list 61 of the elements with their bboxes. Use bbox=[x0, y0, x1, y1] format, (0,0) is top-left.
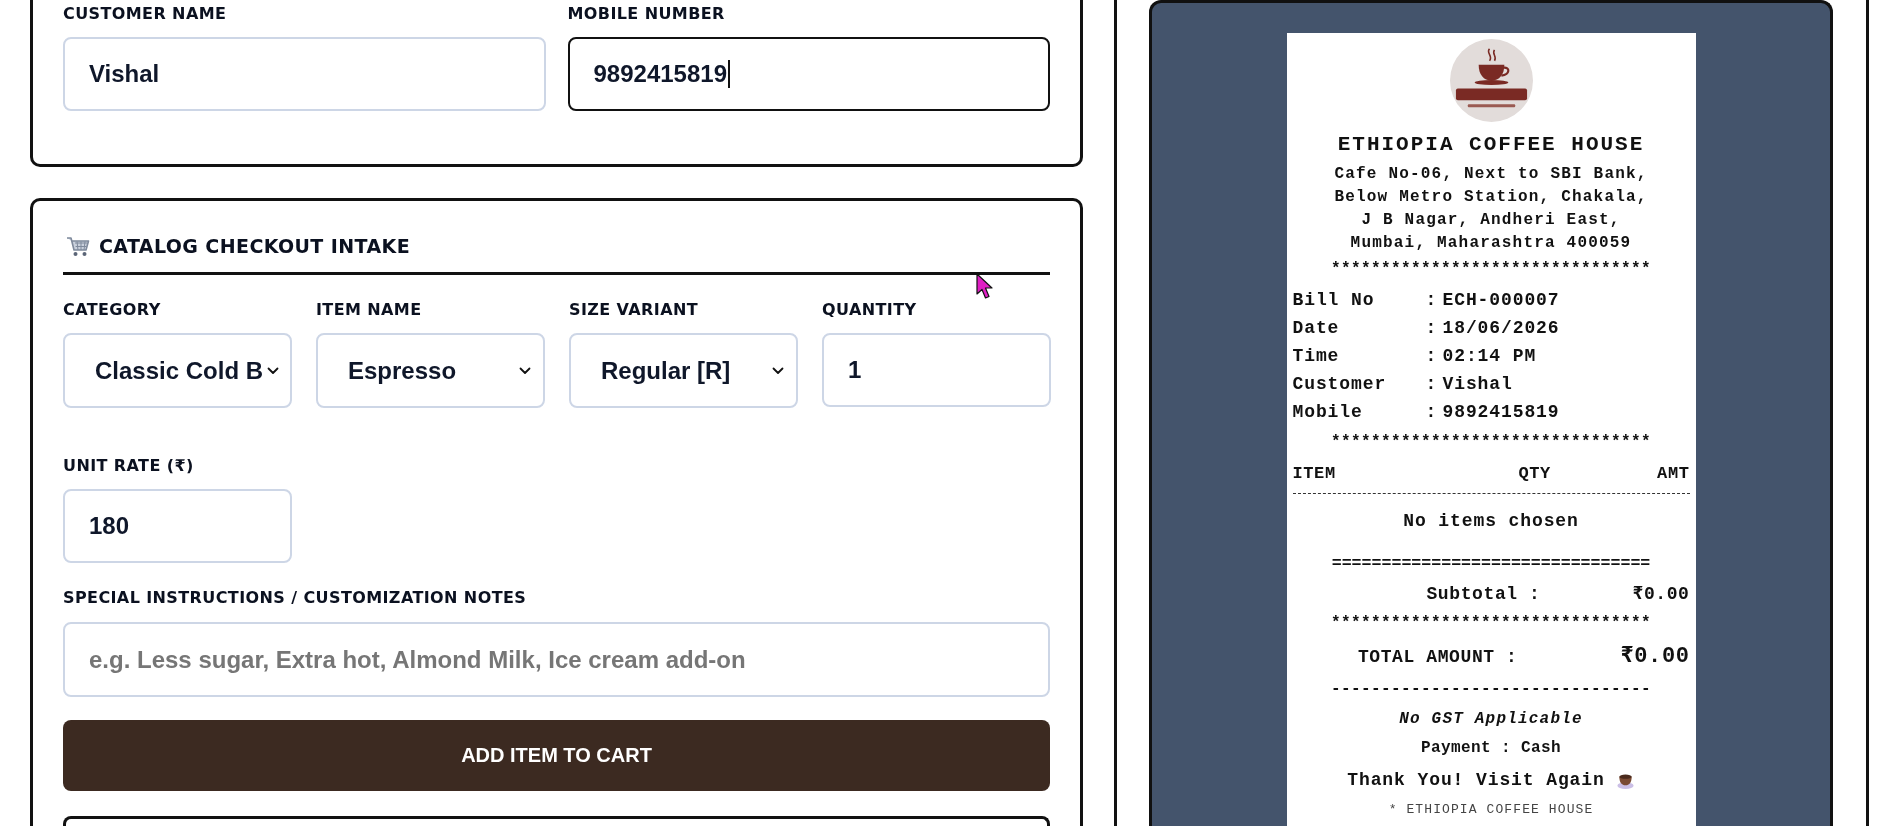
field-label: CATEGORY bbox=[63, 300, 161, 320]
double-rule: ================================ bbox=[1331, 554, 1651, 574]
total-label: TOTAL AMOUNT : bbox=[1357, 646, 1518, 669]
text-field[interactable]: 180 bbox=[63, 489, 292, 563]
receipt-footer: * ETHIOPIA COFFEE HOUSE bbox=[1388, 801, 1594, 819]
thank-you-message: Thank You! Visit Again bbox=[1347, 769, 1605, 792]
detail-value: 18/06/2026 bbox=[1442, 317, 1561, 340]
text-field[interactable]: Vishal bbox=[63, 37, 546, 111]
detail-label: Bill No bbox=[1292, 289, 1376, 312]
dashed-rule: -------------------------------- bbox=[1330, 679, 1652, 700]
detail-label: Time bbox=[1292, 345, 1341, 368]
notes-field[interactable]: e.g. Less sugar, Extra hot, Almond Milk, Ice cream add-on bbox=[63, 622, 1050, 697]
tax-note: No GST Applicable bbox=[1399, 709, 1583, 730]
column-header: AMT bbox=[1656, 463, 1690, 485]
payment-method: Payment : Cash bbox=[1421, 738, 1561, 759]
asterisk-rule: ******************************** bbox=[1330, 432, 1652, 453]
chevron-down-icon bbox=[772, 366, 784, 375]
field-label: ITEM NAME bbox=[316, 300, 422, 320]
subtotal-value: ₹0.00 bbox=[1631, 583, 1690, 606]
column-header: ITEM bbox=[1292, 463, 1337, 485]
detail-separator: : bbox=[1425, 317, 1439, 340]
detail-label: Customer bbox=[1292, 373, 1388, 396]
field-label: SIZE VARIANT bbox=[569, 300, 699, 320]
field-label: QUANTITY bbox=[822, 300, 917, 320]
detail-label: Date bbox=[1292, 317, 1341, 340]
asterisk-rule: ******************************** bbox=[1330, 613, 1652, 634]
chevron-down-icon bbox=[267, 366, 280, 375]
section-title: CATALOG CHECKOUT INTAKE bbox=[99, 234, 410, 258]
empty-cart-message: No items chosen bbox=[1403, 510, 1579, 533]
detail-value: 02:14 PM bbox=[1442, 345, 1538, 368]
field-label: CUSTOMER NAME bbox=[63, 4, 227, 24]
field-label: SPECIAL INSTRUCTIONS / CUSTOMIZATION NOTES bbox=[63, 588, 527, 608]
shopping-cart-icon bbox=[66, 235, 90, 257]
text-cursor-icon bbox=[728, 60, 730, 88]
detail-value: ECH-000007 bbox=[1442, 289, 1561, 312]
column-header: QTY bbox=[1518, 463, 1551, 485]
total-value: ₹0.00 bbox=[1619, 643, 1690, 671]
address-line: J B Nagar, Andheri East, bbox=[1361, 210, 1621, 231]
shop-name: ETHIOPIA COFFEE HOUSE bbox=[1337, 132, 1645, 158]
detail-separator: : bbox=[1425, 345, 1439, 368]
address-line: Mumbai, Maharashtra 400059 bbox=[1350, 233, 1632, 254]
field-label: UNIT RATE (₹) bbox=[63, 456, 194, 476]
address-line: Cafe No-06, Next to SBI Bank, bbox=[1334, 164, 1648, 185]
subtotal-label: Subtotal : bbox=[1426, 583, 1541, 606]
dropdown-select[interactable]: Regular [R] bbox=[569, 333, 798, 408]
detail-separator: : bbox=[1425, 401, 1439, 424]
text-field[interactable]: 9892415819 bbox=[567, 37, 1050, 111]
detail-value: 9892415819 bbox=[1442, 401, 1561, 424]
dropdown-select[interactable]: Espresso bbox=[316, 333, 545, 408]
text-field[interactable]: 1 bbox=[822, 333, 1051, 407]
detail-label: Mobile bbox=[1292, 401, 1364, 424]
add-to-cart-button[interactable]: ADD ITEM TO CART bbox=[63, 720, 1050, 791]
detail-separator: : bbox=[1425, 373, 1439, 396]
detail-value: Vishal bbox=[1442, 373, 1514, 396]
detail-separator: : bbox=[1425, 289, 1439, 312]
dropdown-select[interactable]: Classic Cold B bbox=[63, 333, 292, 408]
asterisk-rule: ******************************** bbox=[1330, 259, 1652, 280]
address-line: Below Metro Station, Chakala, bbox=[1334, 187, 1648, 208]
field-label: MOBILE NUMBER bbox=[567, 4, 725, 24]
chevron-down-icon bbox=[519, 366, 531, 375]
coffee-cup-logo-icon bbox=[1449, 39, 1533, 122]
